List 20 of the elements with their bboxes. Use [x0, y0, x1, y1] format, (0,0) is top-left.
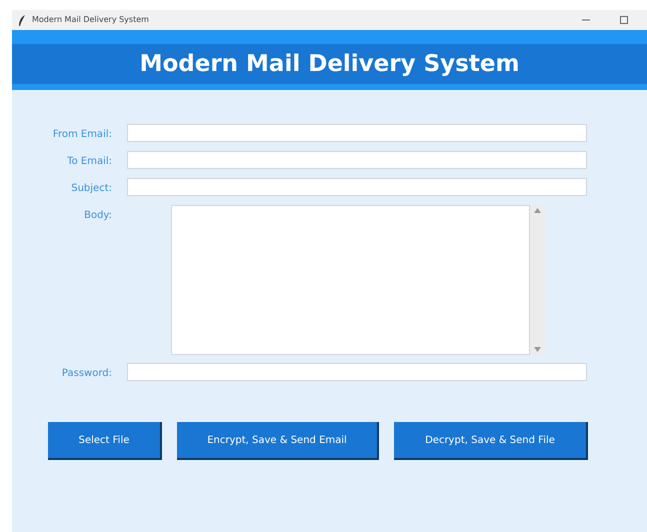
input-field[interactable]	[127, 151, 587, 169]
window-title: Modern Mail Delivery System	[32, 14, 150, 26]
field-label: To Email:	[67, 155, 112, 169]
action-button[interactable]: Encrypt, Save & Send Email	[177, 422, 379, 460]
input-field[interactable]	[127, 363, 587, 381]
input-field[interactable]	[127, 178, 587, 196]
feather-icon	[18, 14, 26, 26]
body-text-area[interactable]	[171, 205, 530, 355]
field-label: Subject:	[71, 182, 112, 196]
action-button[interactable]: Decrypt, Save & Send File	[394, 422, 588, 460]
input-field[interactable]	[127, 124, 587, 142]
scroll-down-icon[interactable]	[534, 347, 541, 352]
field-label: From Email:	[52, 128, 112, 142]
action-button[interactable]: Select File	[48, 422, 162, 460]
scroll-up-icon[interactable]	[534, 208, 541, 213]
field-label: Body:	[84, 209, 112, 223]
scrollbar[interactable]	[530, 205, 545, 355]
maximize-icon[interactable]	[620, 16, 628, 24]
field-label: Password:	[62, 367, 112, 381]
header-title: Modern Mail Delivery System	[140, 50, 520, 79]
